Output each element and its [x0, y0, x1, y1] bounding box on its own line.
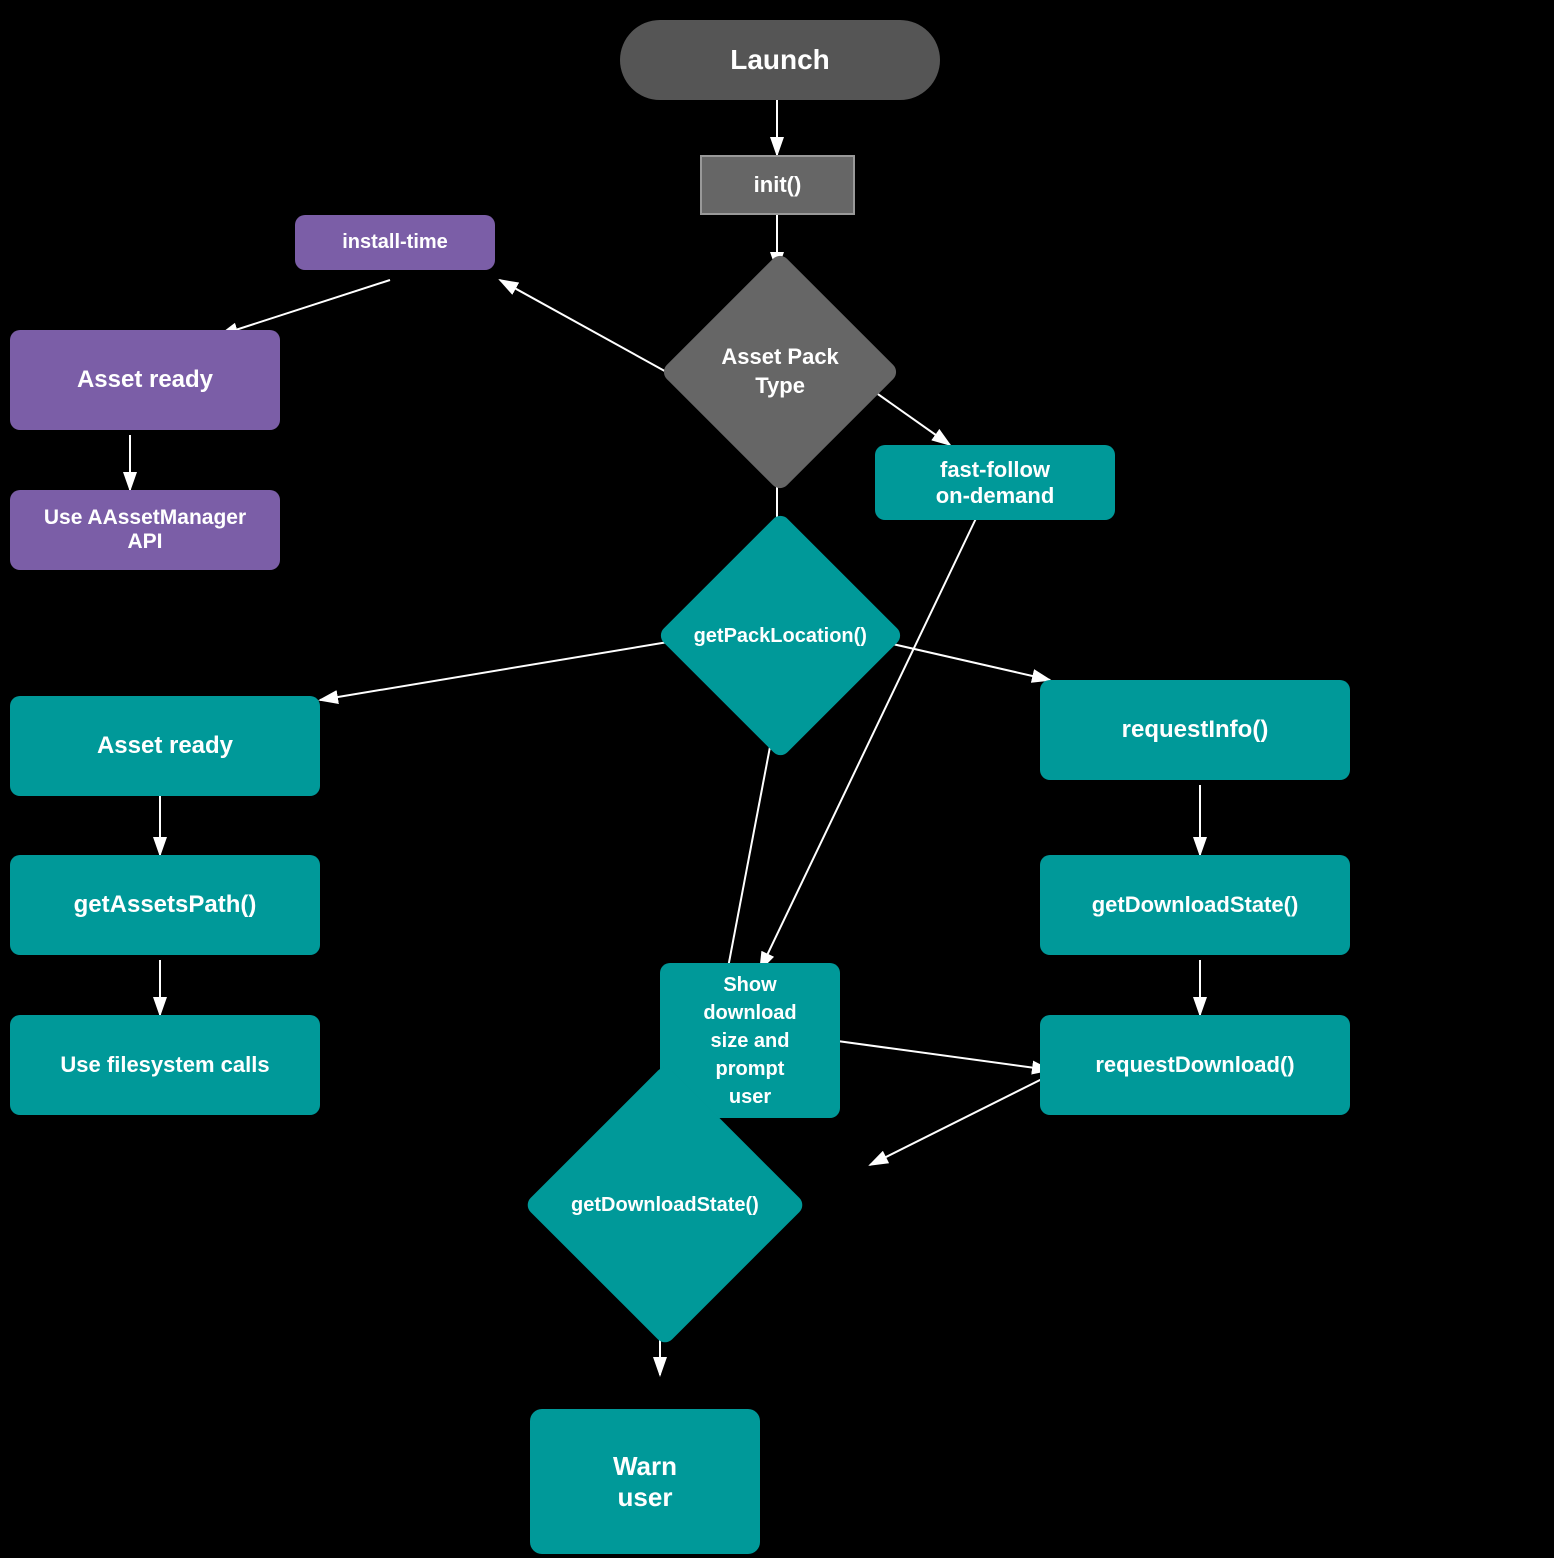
- get-download-state-right: getDownloadState(): [1040, 855, 1350, 955]
- init-node: init(): [700, 155, 855, 215]
- request-download: requestDownload(): [1040, 1015, 1350, 1115]
- fast-follow-label: fast-followon-demand: [875, 445, 1115, 520]
- asset-pack-type-diamond: Asset PackType: [640, 272, 920, 472]
- asset-ready-teal: Asset ready: [10, 696, 320, 796]
- warn-user: Warnuser: [530, 1409, 760, 1554]
- get-assets-path: getAssetsPath(): [10, 855, 320, 955]
- install-time-label: install-time: [295, 215, 495, 270]
- request-info: requestInfo(): [1040, 680, 1350, 780]
- use-filesystem-calls: Use filesystem calls: [10, 1015, 320, 1115]
- get-pack-location-diamond: getPackLocation(): [630, 545, 930, 725]
- get-download-state-center-diamond: getDownloadState(): [490, 1115, 840, 1295]
- launch-node: Launch: [620, 20, 940, 100]
- asset-ready-purple: Asset ready: [10, 330, 280, 430]
- use-aasset-manager: Use AAssetManager API: [10, 490, 280, 570]
